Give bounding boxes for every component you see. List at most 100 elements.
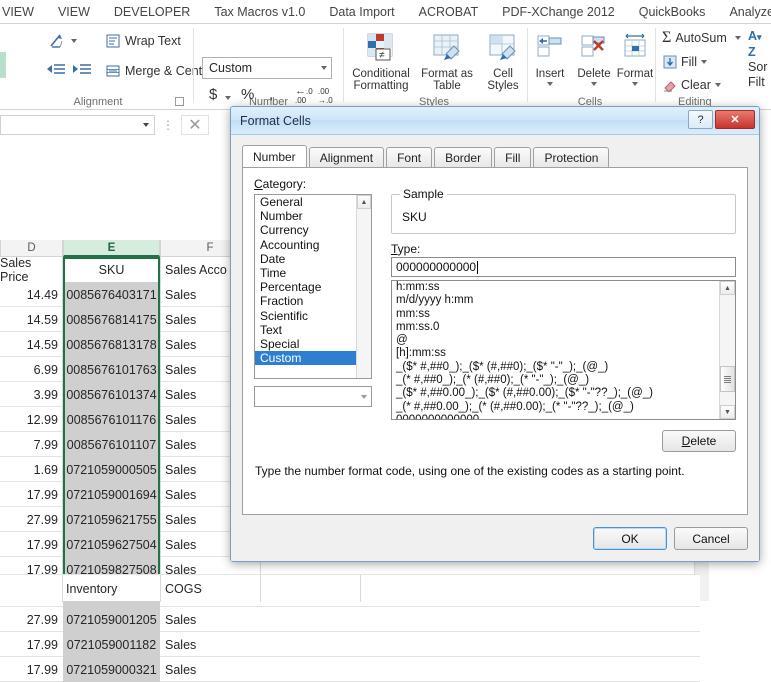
column-title-cell[interactable]: SKU [63,257,160,282]
fill-button[interactable]: Fill [663,55,707,69]
category-listbox[interactable]: General Number Currency Accounting Date Time P… [254,194,372,379]
category-item-text[interactable]: Text [255,323,356,337]
ok-button[interactable]: OK [593,527,667,550]
type-item[interactable]: 0000000000000 [392,414,719,419]
cell-sales-price[interactable]: 14.59 [0,332,62,357]
cell-sales-price[interactable]: 14.49 [0,282,62,307]
name-box-chevron-down-icon[interactable] [143,123,149,127]
cell-sales-price[interactable]: 27.99 [0,607,62,632]
number-format-select[interactable]: Custom [202,57,332,79]
cell-sales-price[interactable]: 12.99 [0,407,62,432]
ribbon-tab-view[interactable]: VIEW [46,0,102,23]
type-item[interactable]: _($* #,##0_);_($* (#,##0);_($* "-"_);_(@… [392,361,719,374]
cell-sales-price[interactable]: 14.59 [0,307,62,332]
decrease-indent-icon[interactable] [44,60,68,80]
insert-cells-button[interactable]: Insert [528,28,572,106]
cell-sku[interactable]: 0721059001182 [63,632,160,657]
cell-sku[interactable]: 0085676101763 [63,357,160,382]
cell-sku[interactable]: 0721059621755 [63,507,160,532]
delete-button[interactable]: Delete [662,430,736,452]
cell-sku[interactable]: 0085676814175 [63,307,160,332]
category-item-general[interactable]: General [255,195,356,209]
ribbon-tab-developer[interactable]: DEVELOPER [102,0,202,23]
type-item[interactable]: [h]:mm:ss [392,347,719,360]
ribbon-tab-data-import[interactable]: Data Import [317,0,406,23]
tab-fill[interactable]: Fill [494,147,532,168]
column-title-cell[interactable]: Sales Price [0,256,62,284]
type-item[interactable]: _(* #,##0_);_(* (#,##0);_(* "-"_);_(@_) [392,374,719,387]
cell-sales-price[interactable]: 27.99 [0,507,62,532]
autosum-button[interactable]: Σ AutoSum [662,29,741,47]
currency-chevron-down-icon[interactable] [225,96,231,100]
cancel-button[interactable]: Cancel [674,527,748,550]
category-item-accounting[interactable]: Accounting [255,238,356,252]
tab-border[interactable]: Border [434,147,493,168]
cell-sku[interactable]: 0721059000321 [63,657,160,682]
delete-cells-button[interactable]: Delete [572,28,616,106]
cell-sales-price[interactable]: 3.99 [0,382,62,407]
name-box[interactable] [0,115,155,135]
currency-format-button[interactable]: $ [209,86,217,103]
cancel-x-icon[interactable]: ✕ [181,115,209,135]
cell-sku[interactable]: 0721059000505 [63,457,160,482]
category-item-percentage[interactable]: Percentage [255,280,356,294]
dialog-titlebar[interactable]: Format Cells ? ✕ [231,107,759,135]
partial-cell-sku[interactable]: Inventory [63,576,160,601]
category-item-fraction[interactable]: Fraction [255,294,356,308]
tab-number[interactable]: Number [242,145,307,168]
insert-chevron-down-icon[interactable] [547,82,553,86]
type-input[interactable]: 000000000000 [391,257,736,277]
clear-button[interactable]: Clear [663,78,721,92]
type-scroll-down-icon[interactable]: ▼ [720,405,735,419]
cell-sku[interactable]: 0721059627504 [63,532,160,557]
wrap-text-button[interactable]: Wrap Text [106,30,181,52]
increase-indent-icon[interactable] [70,60,94,80]
cell-sku[interactable]: 0721059001694 [63,482,160,507]
cell-sales-account[interactable]: Sales [162,607,260,632]
category-item-number[interactable]: Number [255,209,356,223]
delete-chevron-down-icon[interactable] [591,82,597,86]
cell-sku[interactable]: 0085676403171 [63,282,160,307]
cell-sales-price[interactable]: 17.99 [0,532,62,557]
category-item-special[interactable]: Special [255,337,356,351]
cell-sales-price[interactable]: 1.69 [0,457,62,482]
category-item-custom[interactable]: Custom [255,351,356,366]
type-item[interactable]: mm:ss.0 [392,321,719,334]
cell-sku[interactable]: 0085676813178 [63,332,160,357]
conditional-formatting-button[interactable]: ≠ Conditional Formatting [348,28,414,106]
tab-protection[interactable]: Protection [533,147,610,168]
cell-sku[interactable]: 0721059001205 [63,607,160,632]
type-scrollbar[interactable]: ▲ ▼ [719,281,735,419]
locale-chevron-down-icon[interactable] [361,394,367,399]
cell-sales-price[interactable]: 17.99 [0,632,62,657]
clear-chevron-down-icon[interactable] [714,83,721,87]
fill-chevron-down-icon[interactable] [700,60,707,64]
column-header-e[interactable]: E [63,240,160,257]
cell-sales-account[interactable]: Sales [162,657,260,682]
category-scrollbar[interactable]: ▲ ▼ [356,195,371,378]
ribbon-tab-quickbooks[interactable]: QuickBooks [627,0,718,23]
type-item[interactable]: _(* #,##0.00_);_(* (#,##0.00);_(* "-"??_… [392,401,719,414]
cell-sales-price[interactable]: 17.99 [0,482,62,507]
dialog-launcher-icon[interactable] [175,97,184,106]
type-scroll-up-icon[interactable]: ▲ [720,281,735,295]
category-item-currency[interactable]: Currency [255,223,356,237]
column-header-d[interactable]: D [0,240,63,257]
ribbon-tab-pdf-xchange[interactable]: PDF-XChange 2012 [490,0,627,23]
ribbon-tab-acrobat[interactable]: ACROBAT [407,0,491,23]
insert-function-icon[interactable]: ⋮ [155,118,181,132]
text-orientation-icon[interactable]: / [46,30,78,52]
percent-format-button[interactable]: % [241,86,254,103]
decrease-decimal-button[interactable]: .00 →.0 [318,87,333,105]
cell-sku[interactable]: 0085676101374 [63,382,160,407]
cell-sku[interactable]: 0085676101107 [63,432,160,457]
format-chevron-down-icon[interactable] [632,82,638,86]
sort-filter-button[interactable]: A▾ Z Sor Filt [748,29,767,90]
cell-sales-account[interactable]: Sales [162,632,260,657]
cell-sales-price[interactable]: 7.99 [0,432,62,457]
type-item[interactable]: mm:ss [392,308,719,321]
type-listbox[interactable]: h:mm:ss m/d/yyyy h:mm mm:ss mm:ss.0 @ [h]:mm:… [391,280,736,420]
scroll-up-icon[interactable]: ▲ [357,195,371,209]
type-item[interactable]: h:mm:ss [392,281,719,294]
increase-decimal-button[interactable]: ←.0.00 [295,86,313,106]
